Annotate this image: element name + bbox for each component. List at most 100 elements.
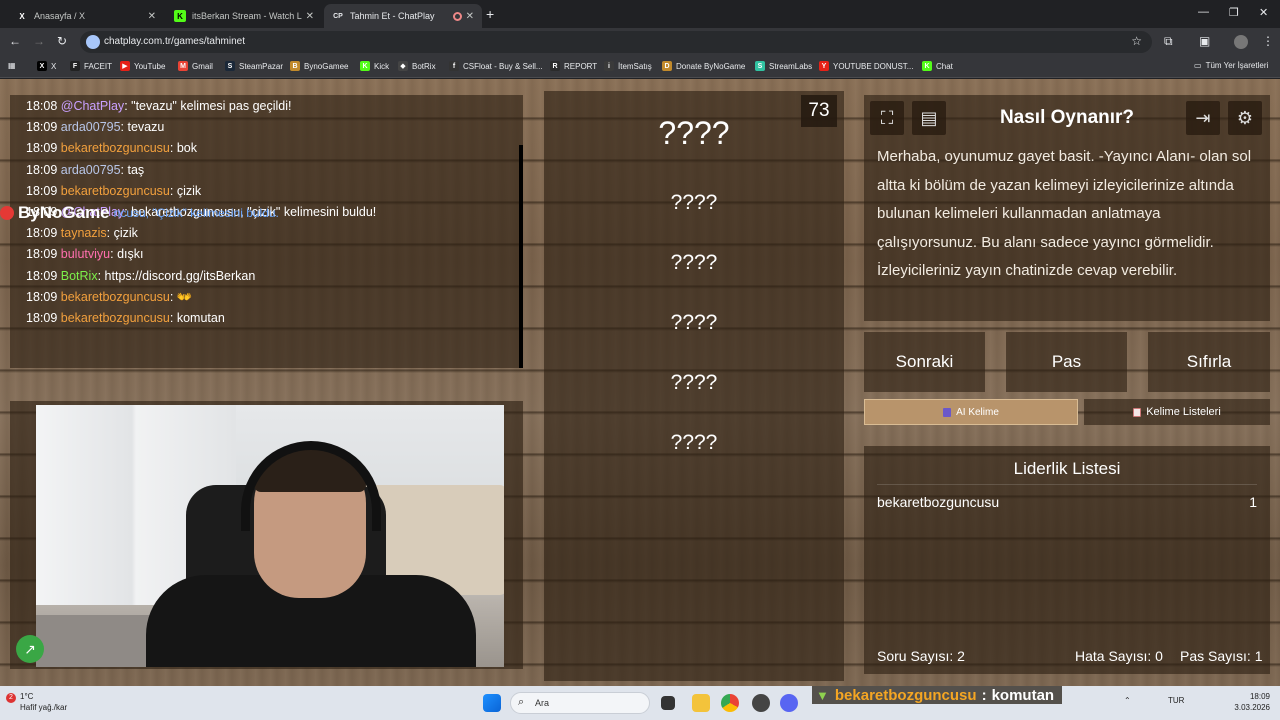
main-word: ????: [658, 115, 730, 151]
close-tab-icon[interactable]: ✕: [466, 11, 474, 22]
bookmark-item[interactable]: ▶ YouTube: [120, 61, 165, 71]
bookmark-item[interactable]: S SteamPazar: [225, 61, 283, 71]
chat-username[interactable]: bekaretbozguncusu: [61, 290, 170, 304]
chat-panel: 18:08 @ChatPlay: "tevazu" kelimesi pas g…: [10, 95, 523, 368]
restore-icon[interactable]: ❐: [1229, 6, 1239, 19]
bookmark-star-icon[interactable]: ☆: [1131, 34, 1142, 48]
bookmark-item[interactable]: Y YOUTUBE DONUST...: [819, 61, 913, 71]
chat-username[interactable]: bekaretbozguncusu: [61, 311, 170, 325]
new-tab-button[interactable]: +: [486, 6, 494, 22]
bookmark-favicon-icon: X: [37, 61, 47, 71]
chat-username[interactable]: arda00795: [61, 163, 121, 177]
how-to-play-text: Merhaba, oyunumuz gayet basit. -Yayıncı …: [877, 148, 1252, 279]
bookmark-item[interactable]: R REPORT: [550, 61, 597, 71]
weather-temp: 1°C: [20, 692, 34, 701]
chat-time: 18:09: [26, 141, 58, 156]
close-window-icon[interactable]: ✕: [1259, 6, 1268, 19]
windows-start-icon[interactable]: [483, 694, 501, 712]
language-indicator[interactable]: TUR: [1168, 696, 1184, 705]
tab-chatplay[interactable]: CP Tahmin Et - ChatPlay ✕: [324, 4, 482, 28]
bookmark-item[interactable]: K Chat: [922, 61, 953, 71]
watermark-faded-message: ncusu, "Çizik" kelimesini buldu.: [113, 206, 279, 220]
pass-button[interactable]: Pas: [1006, 332, 1127, 392]
all-bookmarks-folder[interactable]: ▭ Tüm Yer İşaretleri: [1194, 61, 1268, 70]
chat-time: 18:09: [26, 162, 58, 177]
minimize-icon[interactable]: —: [1198, 6, 1209, 18]
file-explorer-icon[interactable]: [692, 694, 710, 712]
word-lists-button[interactable]: Kelime Listeleri: [1084, 399, 1270, 425]
pass-count: Pas Sayısı: 1: [1180, 648, 1263, 664]
settings-gear-icon[interactable]: ⚙: [1228, 101, 1262, 135]
chat-username[interactable]: taynazis: [61, 226, 107, 240]
chat-username[interactable]: bulutviyu: [61, 247, 110, 261]
browser-toolbar: ← → ↻ chatplay.com.tr/games/tahminet ☆ ⧉…: [0, 28, 1280, 56]
bookmark-item[interactable]: ◆ BotRix: [398, 61, 436, 71]
chat-message: 18:09 bekaretbozguncusu: bok: [26, 141, 197, 155]
ai-word-button[interactable]: AI Kelime: [864, 399, 1078, 425]
discord-icon[interactable]: [780, 694, 798, 712]
tab-title: Tahmin Et - ChatPlay: [350, 11, 435, 21]
chat-separator: :: [120, 162, 128, 177]
leaderboard-score: 1: [1249, 494, 1257, 510]
clock[interactable]: 18:09 3.03.2026: [1234, 691, 1270, 713]
obs-icon[interactable]: [752, 694, 770, 712]
exit-icon[interactable]: ⇥: [1186, 101, 1220, 135]
profile-avatar[interactable]: [1234, 35, 1248, 49]
back-icon[interactable]: ←: [9, 34, 21, 48]
chat-username[interactable]: arda00795: [61, 120, 121, 134]
recording-indicator-icon: [452, 11, 462, 21]
windows-taskbar: 2 1°C Hafif yağ./kar ⌕ Ara ⌃ TUR 18:09 3…: [0, 686, 1280, 720]
list-icon: [1133, 407, 1142, 417]
error-count: Hata Sayısı: 0: [1075, 648, 1163, 664]
apps-icon[interactable]: ▦: [8, 61, 16, 70]
bynogame-logo-icon: [0, 206, 14, 220]
bookmark-item[interactable]: i İtemSatış: [604, 61, 652, 71]
bookmark-item[interactable]: D Donate ByNoGame: [662, 61, 745, 71]
reset-button[interactable]: Sıfırla: [1148, 332, 1270, 392]
kick-logo-icon: K: [174, 10, 186, 22]
bynogame-watermark: ByNoGame ncusu, "Çizik" kelimesini buldu…: [0, 203, 279, 223]
menu-icon[interactable]: ⋮: [1262, 34, 1274, 48]
overlay-user: bekaretbozguncusu: [834, 686, 977, 704]
next-button[interactable]: Sonraki: [864, 332, 985, 392]
bookmark-item[interactable]: K Kick: [360, 61, 389, 71]
chrome-icon[interactable]: [721, 694, 739, 712]
chat-username[interactable]: bekaretbozguncusu: [61, 141, 170, 155]
taskbar-search-box[interactable]: ⌕ Ara: [510, 692, 650, 714]
reload-icon[interactable]: ↻: [57, 34, 67, 48]
expand-icon[interactable]: ↗: [16, 635, 44, 663]
leaderboard-title: Liderlik Listesi: [1013, 459, 1121, 478]
close-tab-icon[interactable]: ✕: [306, 11, 314, 22]
chat-separator: :: [106, 226, 114, 241]
bookmark-item[interactable]: B BynoGamee: [290, 61, 348, 71]
chat-separator: :: [169, 289, 177, 304]
bookmark-item[interactable]: F FACEIT: [70, 61, 112, 71]
chat-username[interactable]: @ChatPlay: [61, 99, 124, 113]
badge-icon: ▼: [816, 687, 829, 703]
tray-overflow-icon[interactable]: ⌃: [1124, 696, 1131, 705]
chat-scrollbar[interactable]: [519, 145, 523, 368]
chat-username[interactable]: bekaretbozguncusu: [61, 184, 170, 198]
bookmark-item[interactable]: S StreamLabs: [755, 61, 812, 71]
bookmark-label: SteamPazar: [239, 61, 284, 71]
forbidden-word: ????: [670, 431, 718, 454]
address-bar[interactable]: chatplay.com.tr/games/tahminet ☆: [80, 31, 1152, 53]
chat-username[interactable]: BotRix: [61, 269, 98, 283]
close-tab-icon[interactable]: ✕: [148, 11, 156, 22]
extensions-icon[interactable]: ⧉: [1164, 34, 1173, 49]
chat-time: 18:08: [26, 99, 58, 113]
tab-kick-stream[interactable]: K itsBerkan Stream - Watch Live o ✕: [166, 4, 322, 28]
chat-time: 18:09: [26, 311, 58, 325]
forward-icon[interactable]: →: [33, 34, 45, 48]
chat-separator: :: [97, 268, 105, 283]
task-view-icon[interactable]: [661, 696, 675, 710]
site-info-icon[interactable]: [86, 35, 100, 49]
bookmark-label: Gmail: [192, 61, 213, 71]
weather-widget[interactable]: 2 1°C Hafif yağ./kar: [6, 691, 67, 713]
tab-search-icon[interactable]: ▣: [1199, 34, 1210, 48]
bookmark-item[interactable]: M Gmail: [178, 61, 213, 71]
bookmark-item[interactable]: XX: [37, 61, 56, 71]
bookmark-item[interactable]: f CSFloat - Buy & Sell...: [449, 61, 543, 71]
tab-x-home[interactable]: X Anasayfa / X ✕: [8, 4, 164, 28]
tab-title: itsBerkan Stream - Watch Live o: [192, 11, 302, 21]
